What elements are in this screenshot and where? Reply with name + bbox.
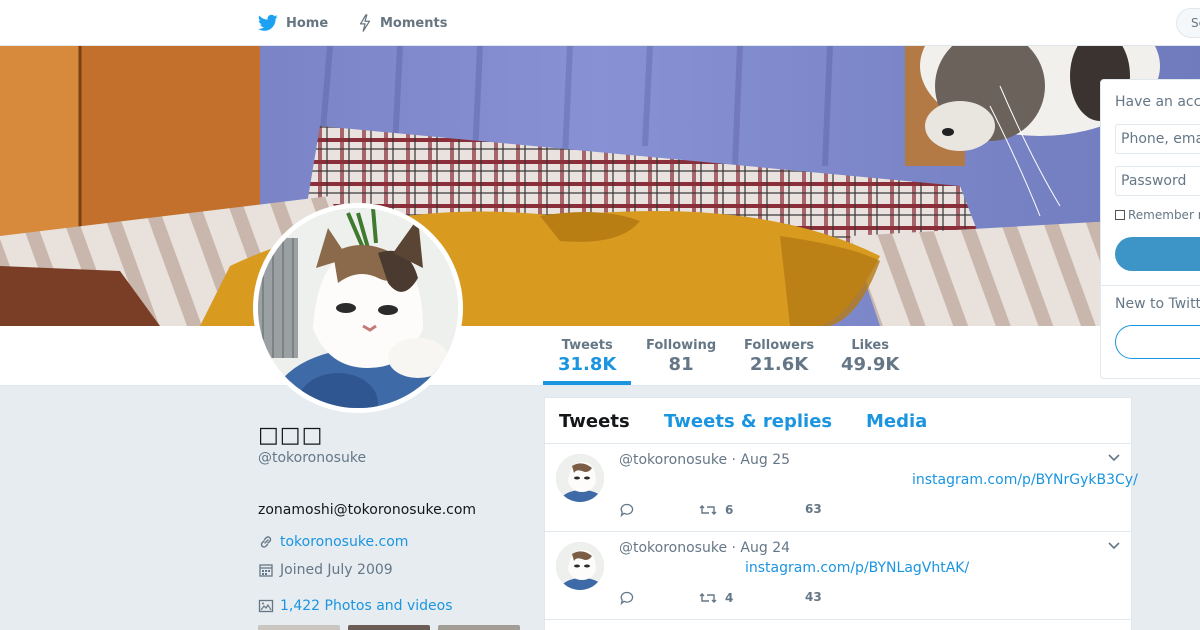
tweet-link[interactable]: instagram.com/p/BYNLagVhtAK/ xyxy=(745,560,969,576)
photo-thumbnail[interactable] xyxy=(348,625,430,630)
tweet-handle[interactable]: @tokoronosuke xyxy=(619,540,727,556)
tweet-link[interactable]: instagram.com/p/BYNrGykB3Cy/ xyxy=(912,472,1138,488)
tweet-menu-button[interactable] xyxy=(1107,540,1121,554)
login-divider xyxy=(1101,285,1200,286)
photos-videos-link[interactable]: 1,422 Photos and videos xyxy=(280,598,453,614)
stat-followers[interactable]: Followers 21.6K xyxy=(744,338,814,375)
login-button[interactable] xyxy=(1115,237,1200,271)
remember-me[interactable]: Remember r xyxy=(1115,208,1200,222)
retweet-count: 6 xyxy=(725,503,734,517)
tweet-actions: 4 43 xyxy=(619,590,919,616)
retweet-count: 4 xyxy=(725,591,734,605)
tweet-avatar[interactable] xyxy=(556,454,604,502)
like-button[interactable]: 63 xyxy=(805,502,822,516)
tweet-date[interactable]: · Aug 25 xyxy=(732,452,791,468)
password-field[interactable]: Password xyxy=(1115,166,1200,196)
tweet-header: @tokoronosuke · Aug 25 xyxy=(619,452,790,468)
retweet-button[interactable]: 4 xyxy=(699,590,733,606)
profile-url-row: tokoronosuke.com xyxy=(258,534,408,550)
tweet-menu-button[interactable] xyxy=(1107,452,1121,466)
stat-following[interactable]: Following 81 xyxy=(646,338,716,375)
stat-tweets-value: 31.8K xyxy=(558,354,617,375)
profile-photos-row: 1,422 Photos and videos xyxy=(258,598,453,614)
calendar-icon xyxy=(259,564,273,577)
nav-moments[interactable]: Moments xyxy=(358,0,447,46)
timeline-tabs: Tweets Tweets & replies Media xyxy=(545,398,1131,444)
profile-joined-row: Joined July 2009 xyxy=(258,562,393,578)
image-icon xyxy=(258,599,274,613)
stat-followers-value: 21.6K xyxy=(749,354,809,375)
stat-likes-label: Likes xyxy=(851,338,889,353)
login-card: Have an acc Phone, ema Password Remember… xyxy=(1100,79,1200,379)
chevron-down-icon xyxy=(1108,542,1120,550)
tweet-actions: 6 63 xyxy=(619,502,919,528)
tweet-date[interactable]: · Aug 24 xyxy=(732,540,791,556)
nav-home[interactable]: Home xyxy=(258,0,328,46)
profile-joined-text: Joined July 2009 xyxy=(280,562,393,578)
like-count: 43 xyxy=(805,590,822,604)
tweet-handle[interactable]: @tokoronosuke xyxy=(619,452,727,468)
stat-following-label: Following xyxy=(646,338,717,353)
profile-name: □□□ xyxy=(258,423,324,448)
profile-url-link[interactable]: tokoronosuke.com xyxy=(280,534,408,550)
lightning-icon xyxy=(359,14,371,32)
profile-bio: zonamoshi@tokoronosuke.com xyxy=(258,502,477,518)
remember-label: Remember r xyxy=(1128,208,1200,222)
nav-moments-label: Moments xyxy=(380,15,448,31)
stat-followers-label: Followers xyxy=(744,338,815,353)
tab-media[interactable]: Media xyxy=(866,411,927,432)
retweet-button[interactable]: 6 xyxy=(699,502,733,518)
nav-home-label: Home xyxy=(286,15,329,31)
profile-nav: Tweets 31.8K Following 81 Followers 21.6… xyxy=(0,326,1200,386)
profile-banner xyxy=(0,46,1200,326)
tab-tweets-replies[interactable]: Tweets & replies xyxy=(664,411,832,432)
new-to-twitter-text: New to Twitt xyxy=(1115,296,1200,312)
like-count: 63 xyxy=(805,502,822,516)
signup-button[interactable] xyxy=(1115,325,1200,359)
remember-checkbox[interactable] xyxy=(1115,210,1125,220)
tweet-item[interactable]: @tokoronosuke · Aug 24 instagram.com/p/B… xyxy=(545,532,1131,620)
chevron-down-icon xyxy=(1108,454,1120,462)
stat-likes-value: 49.9K xyxy=(841,354,900,375)
retweet-icon xyxy=(699,593,717,603)
timeline: Tweets Tweets & replies Media @tokoronos… xyxy=(544,397,1138,630)
active-tab-indicator xyxy=(543,381,631,385)
tweet-item[interactable]: @tokoronosuke · Aug 25 instagram.com/p/B… xyxy=(545,444,1138,532)
reply-icon xyxy=(620,503,634,518)
twitter-bird-icon xyxy=(258,14,278,31)
profile-handle: @tokoronosuke xyxy=(258,450,367,466)
reply-button[interactable] xyxy=(619,502,635,518)
login-title: Have an acc xyxy=(1115,94,1200,110)
stat-likes[interactable]: Likes 49.9K xyxy=(841,338,899,375)
stat-tweets[interactable]: Tweets 31.8K xyxy=(558,338,616,375)
reply-icon xyxy=(620,591,634,606)
profile-avatar[interactable] xyxy=(253,203,463,413)
like-button[interactable]: 43 xyxy=(805,590,822,604)
tweet-header: @tokoronosuke · Aug 24 xyxy=(619,540,790,556)
photo-thumbnail[interactable] xyxy=(438,625,520,630)
photo-thumbnail[interactable] xyxy=(258,625,340,630)
link-icon xyxy=(260,536,272,548)
reply-button[interactable] xyxy=(619,590,635,606)
tweet-avatar[interactable] xyxy=(556,542,604,590)
photo-thumbnails xyxy=(258,625,520,630)
stat-following-value: 81 xyxy=(668,354,694,375)
phone-email-field[interactable]: Phone, ema xyxy=(1115,124,1200,154)
top-nav: Home Moments Se xyxy=(0,0,1200,46)
retweet-icon xyxy=(699,505,717,515)
search-input[interactable]: Se xyxy=(1176,8,1200,38)
stat-tweets-label: Tweets xyxy=(561,338,613,353)
tab-tweets[interactable]: Tweets xyxy=(559,411,630,432)
